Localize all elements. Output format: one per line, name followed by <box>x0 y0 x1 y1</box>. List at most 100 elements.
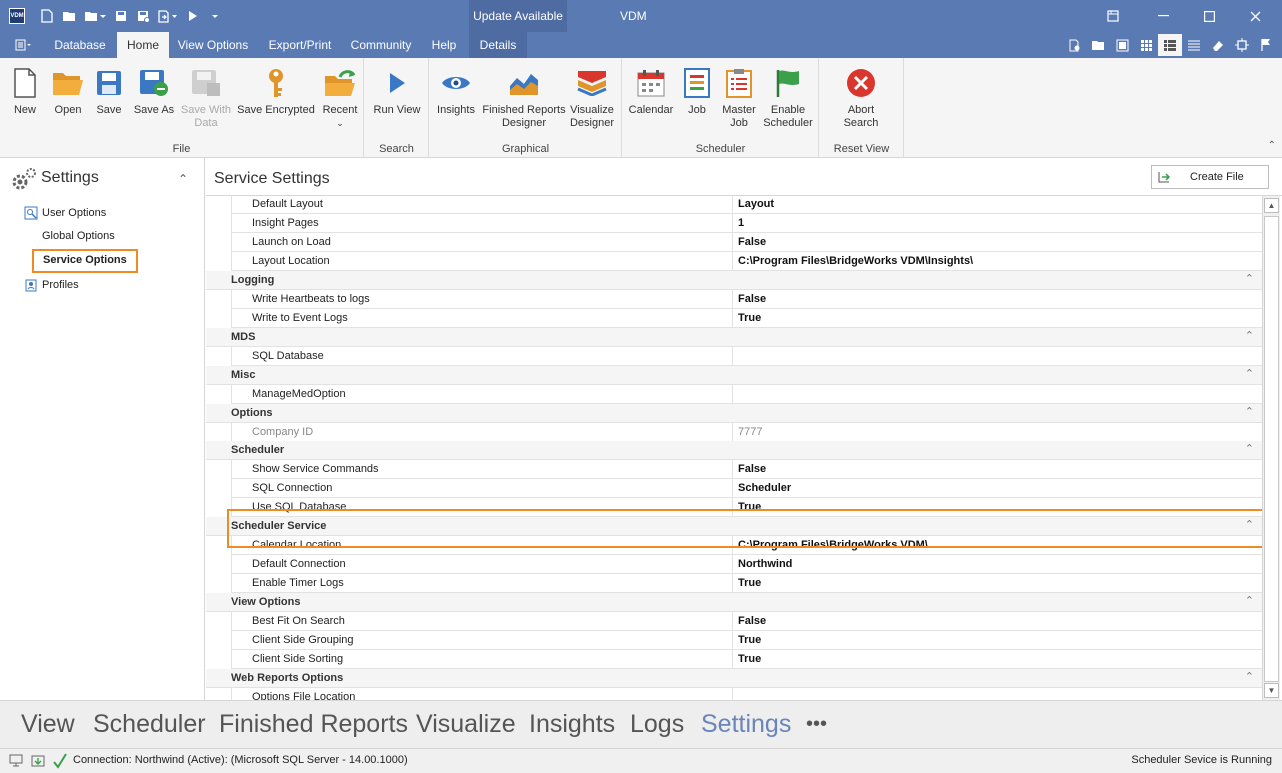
restore-layout-icon[interactable] <box>1090 0 1136 32</box>
table-row[interactable]: Layout Location C:\Program Files\BridgeW… <box>206 252 1262 271</box>
table-row[interactable]: Client Side Sorting True <box>206 650 1262 669</box>
property-value[interactable] <box>733 385 1262 404</box>
table-row[interactable]: SQL Connection Scheduler <box>206 479 1262 498</box>
enable-scheduler-button[interactable]: Enable Scheduler <box>761 66 815 130</box>
list-icon[interactable] <box>1182 34 1206 56</box>
table-row[interactable]: Enable Timer Logs True <box>206 574 1262 593</box>
table-row[interactable]: Default Connection Northwind <box>206 555 1262 574</box>
nav-visualize[interactable]: Visualize <box>416 710 516 739</box>
save-button[interactable]: Save <box>92 66 126 117</box>
nav-insights[interactable]: Insights <box>529 710 615 739</box>
category-row-misc[interactable]: Misc ⌃ <box>206 366 1262 385</box>
category-row-scheduler[interactable]: Scheduler ⌃ <box>206 441 1262 460</box>
finished-reports-designer-button[interactable]: Finished Reports Designer <box>480 66 568 130</box>
category-row-view-options[interactable]: View Options ⌃ <box>206 593 1262 612</box>
save-icon[interactable] <box>110 5 132 27</box>
property-value[interactable]: True <box>733 309 1262 328</box>
property-value[interactable] <box>733 347 1262 366</box>
panel-icon[interactable] <box>1110 34 1134 56</box>
chevron-up-icon[interactable]: ⌃ <box>1245 329 1254 342</box>
table-row[interactable]: Launch on Load False <box>206 233 1262 252</box>
job-button[interactable]: Job <box>679 66 715 117</box>
nav-scheduler[interactable]: Scheduler <box>93 710 206 739</box>
save-as-icon[interactable] <box>132 5 154 27</box>
app-menu-icon[interactable] <box>8 32 38 58</box>
tab-home[interactable]: Home <box>117 32 169 58</box>
table-row[interactable]: SQL Database <box>206 347 1262 366</box>
collapse-panel-icon[interactable]: ⌃ <box>178 172 188 186</box>
save-encrypted-button[interactable]: Save Encrypted <box>236 66 316 117</box>
property-value[interactable]: False <box>733 612 1262 631</box>
property-value[interactable] <box>733 688 1262 700</box>
save-with-data-button[interactable]: Save With Data <box>180 66 232 130</box>
tab-view-options[interactable]: View Options <box>172 32 254 58</box>
tab-database[interactable]: Database <box>45 32 115 58</box>
property-value[interactable]: False <box>733 460 1262 479</box>
table-row[interactable]: Default Layout Layout <box>206 196 1262 214</box>
nav-settings[interactable]: Settings <box>701 710 791 739</box>
close-icon[interactable] <box>1232 0 1278 32</box>
tree-item-service-options[interactable]: Service Options <box>43 254 127 266</box>
create-file-button[interactable]: Create File <box>1151 165 1269 189</box>
tree-item-user-options[interactable]: User Options <box>24 206 106 220</box>
vertical-scrollbar[interactable]: ▲ ▼ <box>1262 196 1280 700</box>
open-button[interactable]: Open <box>48 66 88 117</box>
table-row[interactable]: Company ID 7777 <box>206 423 1262 442</box>
property-value[interactable]: Scheduler <box>733 479 1262 498</box>
category-row-mds[interactable]: MDS ⌃ <box>206 328 1262 347</box>
tab-community[interactable]: Community <box>346 32 416 58</box>
table-row[interactable]: Options File Location <box>206 688 1262 700</box>
maximize-icon[interactable] <box>1186 0 1232 32</box>
grid-icon[interactable] <box>1134 34 1158 56</box>
chevron-up-icon[interactable]: ⌃ <box>1245 272 1254 285</box>
scroll-thumb[interactable] <box>1264 216 1279 682</box>
minimize-icon[interactable] <box>1140 0 1186 32</box>
visualize-designer-button[interactable]: Visualize Designer <box>568 66 616 130</box>
category-row-web-reports-options[interactable]: Web Reports Options ⌃ <box>206 669 1262 688</box>
table-row[interactable]: Write Heartbeats to logs False <box>206 290 1262 309</box>
run-icon[interactable] <box>182 5 204 27</box>
table-row[interactable]: Client Side Grouping True <box>206 631 1262 650</box>
chevron-up-icon[interactable]: ⌃ <box>1245 670 1254 683</box>
new-button[interactable]: New <box>8 66 42 117</box>
table-row[interactable]: ManageMedOption <box>206 385 1262 404</box>
folder-icon[interactable] <box>1086 34 1110 56</box>
category-row-logging[interactable]: Logging ⌃ <box>206 271 1262 290</box>
run-view-button[interactable]: Run View <box>371 66 423 117</box>
details-view-icon[interactable] <box>1158 34 1182 56</box>
tab-help[interactable]: Help <box>422 32 466 58</box>
nav-view[interactable]: View <box>21 710 75 739</box>
save-as-button[interactable]: Save As <box>132 66 176 117</box>
tree-item-profiles[interactable]: Profiles <box>24 278 79 292</box>
property-value[interactable]: True <box>733 631 1262 650</box>
property-value[interactable]: False <box>733 290 1262 309</box>
abort-search-button[interactable]: Abort Search <box>832 66 890 130</box>
chevron-up-icon[interactable]: ⌃ <box>1245 405 1254 418</box>
nav-finished-reports[interactable]: Finished Reports <box>219 710 408 739</box>
property-value[interactable]: Layout <box>733 196 1262 214</box>
frame-icon[interactable] <box>1230 34 1254 56</box>
nav-more-icon[interactable]: ••• <box>806 713 827 736</box>
collapse-ribbon-icon[interactable]: ⌃ <box>1268 140 1276 151</box>
tab-export-print[interactable]: Export/Print <box>260 32 340 58</box>
chevron-up-icon[interactable]: ⌃ <box>1245 442 1254 455</box>
flag-icon[interactable] <box>1254 34 1278 56</box>
table-row[interactable]: Best Fit On Search False <box>206 612 1262 631</box>
new-icon[interactable] <box>36 5 58 27</box>
calendar-button[interactable]: Calendar <box>627 66 675 117</box>
category-row-options[interactable]: Options ⌃ <box>206 404 1262 423</box>
scroll-up-icon[interactable]: ▲ <box>1264 198 1279 213</box>
update-available-button[interactable]: Update Available <box>469 0 567 32</box>
property-value[interactable]: True <box>733 574 1262 593</box>
table-row[interactable]: Insight Pages 1 <box>206 214 1262 233</box>
property-value[interactable]: True <box>733 650 1262 669</box>
customize-icon[interactable] <box>204 5 226 27</box>
tab-details[interactable]: Details <box>469 32 527 58</box>
table-row[interactable]: Write to Event Logs True <box>206 309 1262 328</box>
open-icon[interactable] <box>58 5 80 27</box>
property-value[interactable]: Northwind <box>733 555 1262 574</box>
chevron-up-icon[interactable]: ⌃ <box>1245 367 1254 380</box>
master-job-button[interactable]: Master Job <box>717 66 761 130</box>
table-row[interactable]: Show Service Commands False <box>206 460 1262 479</box>
nav-logs[interactable]: Logs <box>630 710 684 739</box>
